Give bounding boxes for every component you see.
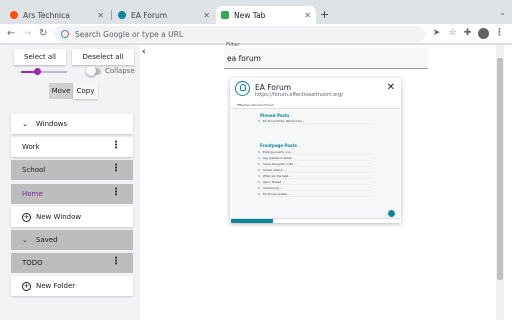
copy-button[interactable]: Copy	[73, 83, 98, 99]
thumbnail-header: Effective Altruism Forum	[231, 101, 400, 109]
reload-icon[interactable]: ↻	[39, 27, 47, 41]
collapse-label: Collapse	[105, 67, 135, 75]
move-button[interactable]: Move	[49, 83, 73, 99]
close-tab-icon[interactable]: ✕	[97, 11, 104, 20]
thumbnail-post-row: Introducing ...	[258, 186, 372, 191]
ea-lightbulb-logo-icon	[235, 81, 250, 96]
menu-kebab-icon[interactable]: ⋮	[494, 28, 505, 39]
thumbnail-post-row: Key questions about ...	[258, 156, 372, 161]
deselect-all-button[interactable]: Deselect all	[72, 49, 134, 65]
thumbnail-post-title: Open Thread ...	[263, 180, 285, 184]
collapse-sidebar-chevron-icon[interactable]: ‹	[142, 47, 146, 57]
thumbnail-nav-active	[231, 219, 273, 223]
thumbnail-post-row: EA Forum update ...	[258, 192, 372, 197]
tab-search-chevron-icon[interactable]: ⌄	[499, 8, 506, 17]
thumbnail-bottom-nav	[231, 218, 400, 223]
thumbnail-site-name: Effective Altruism Forum	[237, 103, 275, 107]
window-row-school[interactable]: School ⋮	[11, 160, 133, 180]
page-scrollbar-thumb[interactable]	[497, 58, 503, 280]
close-tab-icon[interactable]: ✕	[203, 11, 210, 20]
thumbnail-chat-fab	[387, 209, 396, 218]
add-circle-icon: +	[22, 281, 31, 291]
saved-row-todo[interactable]: TODO ⋮	[11, 253, 133, 273]
saved-label: TODO	[22, 259, 43, 267]
new-folder-button[interactable]: + New Folder	[11, 276, 133, 296]
thumbnail-post-row: EA Forum Prize: Winners for...	[258, 119, 372, 124]
new-window-button[interactable]: + New Window	[11, 207, 133, 227]
more-options-icon[interactable]: ⋮	[111, 188, 121, 198]
new-window-label: New Window	[36, 213, 82, 221]
new-folder-label: New Folder	[36, 282, 76, 290]
more-options-icon[interactable]: ⋮	[111, 141, 121, 151]
thumbnail-post-title: Key questions about ...	[263, 156, 296, 160]
size-slider[interactable]	[21, 68, 67, 75]
windows-section-header[interactable]: ⌄ Windows	[11, 114, 133, 134]
tab-new-tab[interactable]: New Tab ✕	[216, 6, 316, 24]
select-all-button[interactable]: Select all	[14, 49, 66, 65]
thumbnail-post-row: Ending poverty one ...	[258, 150, 372, 155]
saved-section-label: Saved	[35, 236, 58, 244]
slider-thumb[interactable]	[34, 68, 42, 75]
new-tab-favicon-icon	[221, 11, 229, 19]
more-options-icon[interactable]: ⋮	[111, 164, 121, 174]
thumbnail-frontpage-heading: Frontpage Posts	[260, 143, 297, 148]
tab-separator	[111, 10, 112, 20]
add-circle-icon: +	[22, 212, 31, 222]
thumbnail-post-title: Ending poverty one ...	[263, 150, 294, 154]
thumbnail-post-title: Some thoughts on EA ...	[263, 162, 297, 166]
window-label: Work	[22, 143, 40, 151]
page-thumbnail: Effective Altruism Forum Pinned Posts EA…	[231, 101, 400, 223]
windows-section-label: Windows	[35, 120, 68, 128]
new-tab-plus-icon[interactable]: +	[320, 9, 329, 21]
omnibox-placeholder: Search Google or type a URL	[75, 29, 184, 39]
close-tab-icon[interactable]: ✕	[304, 11, 311, 20]
window-label: Home	[22, 190, 43, 198]
tab-strip: Ars Technica ✕ EA Forum ✕ New Tab ✕ + ⌄	[0, 0, 512, 24]
forward-arrow-icon[interactable]: →	[23, 27, 31, 41]
window-row-home[interactable]: Home ⋮	[11, 184, 133, 204]
tab-result-card[interactable]: EA Forum https://forum.effectivealtruism…	[230, 78, 401, 223]
close-icon[interactable]: ✕	[387, 82, 395, 93]
thumbnail-post-title: EA Forum Prize: Winners for...	[263, 119, 305, 123]
thumbnail-post-row: Open Thread ...	[258, 180, 372, 185]
more-options-icon[interactable]: ⋮	[111, 257, 121, 267]
back-arrow-icon[interactable]: ←	[7, 27, 15, 41]
tab-title: EA Forum	[131, 10, 168, 20]
chevron-down-icon: ⌄	[22, 236, 28, 244]
thumbnail-pinned-heading: Pinned Posts	[260, 113, 290, 118]
chevron-down-icon: ⌄	[22, 120, 28, 128]
filter-input[interactable]: ea forum	[224, 48, 428, 69]
extension-page: Select all Deselect all Collapse Move Co…	[0, 42, 512, 320]
thumbnail-post-row: What are the best ...	[258, 174, 372, 179]
toggle-knob	[86, 66, 96, 76]
thumbnail-post-title: What are the best ...	[263, 174, 292, 178]
ea-forum-favicon-icon	[118, 11, 126, 19]
tab-ea-forum[interactable]: EA Forum ✕	[113, 6, 215, 24]
extensions-puzzle-icon[interactable]: ✚	[462, 28, 473, 39]
window-row-work[interactable]: Work ⋮	[11, 137, 133, 157]
tab-title: Ars Technica	[23, 10, 70, 20]
result-url: https://forum.effectivealtruism.org/	[255, 92, 344, 98]
star-icon[interactable]: ☆	[447, 28, 458, 39]
thumbnail-post-title: Introducing ...	[263, 186, 283, 190]
thumbnail-post-title: Career advice ...	[263, 168, 286, 172]
thumbnail-post-row: Career advice ...	[258, 168, 372, 173]
window-manager-sidebar: Select all Deselect all Collapse Move Co…	[0, 45, 140, 320]
tab-ars-technica[interactable]: Ars Technica ✕	[5, 6, 109, 24]
profile-avatar[interactable]	[478, 28, 489, 39]
ars-technica-favicon-icon	[10, 11, 18, 19]
omnibox[interactable]: Search Google or type a URL	[54, 26, 426, 42]
google-icon	[61, 30, 69, 38]
thumbnail-post-title: EA Forum update ...	[263, 192, 291, 196]
thumbnail-post-row: Some thoughts on EA ...	[258, 162, 372, 167]
send-icon[interactable]: ➤	[431, 28, 442, 39]
saved-section-header[interactable]: ⌄ Saved	[11, 230, 133, 250]
tab-title: New Tab	[234, 10, 266, 20]
window-label: School	[22, 166, 46, 174]
collapse-toggle[interactable]	[86, 66, 101, 76]
result-title: EA Forum	[255, 83, 292, 92]
browser-toolbar: ← → ↻ Search Google or type a URL ➤ ☆ ✚ …	[0, 24, 512, 44]
